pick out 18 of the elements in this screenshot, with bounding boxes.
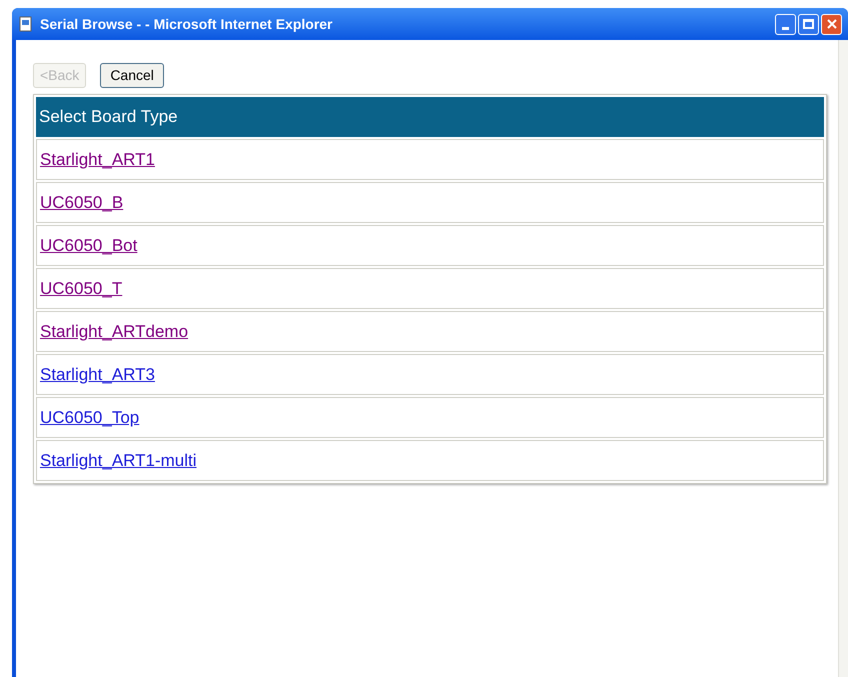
maximize-icon: [803, 19, 814, 29]
table-header: Select Board Type: [36, 97, 824, 137]
board-link[interactable]: UC6050_B: [40, 190, 124, 216]
minimize-button[interactable]: [775, 14, 796, 34]
board-link[interactable]: Starlight_ARTdemo: [40, 318, 188, 344]
board-link[interactable]: UC6050_Top: [40, 404, 140, 430]
board-link[interactable]: Starlight_ART3: [40, 362, 155, 388]
board-link[interactable]: UC6050_Bot: [40, 232, 138, 258]
maximize-button[interactable]: [798, 14, 819, 34]
board-link[interactable]: Starlight_ART1-multi: [40, 448, 197, 474]
close-icon: [826, 19, 836, 29]
minimize-icon: [782, 26, 789, 30]
cancel-button[interactable]: Cancel: [100, 63, 164, 88]
page-icon: [18, 16, 34, 32]
close-button[interactable]: [821, 14, 842, 34]
board-link[interactable]: UC6050_T: [40, 276, 122, 302]
board-link[interactable]: Starlight_ART1: [40, 146, 155, 172]
window-title: Serial Browse - - Microsoft Internet Explorer: [40, 14, 334, 34]
